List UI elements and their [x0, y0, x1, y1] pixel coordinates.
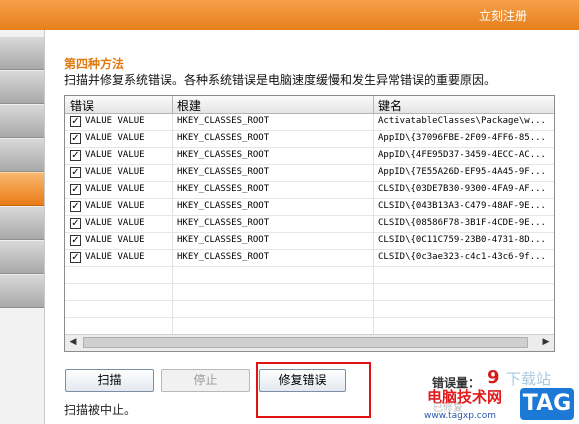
cell-error: VALUE VALUE: [85, 116, 145, 126]
cell-key: CLSID\{08586F78-3B1F-4CDE-9E...: [378, 218, 546, 228]
table-row[interactable]: ✓ VALUE VALUE HKEY_CLASSES_ROOT CLSID\{0…: [65, 216, 554, 233]
cell-root: HKEY_CLASSES_ROOT: [177, 167, 270, 177]
watermark-overlay: 下载站: [506, 370, 552, 388]
cell-error: VALUE VALUE: [85, 252, 145, 262]
cell-error: VALUE VALUE: [85, 133, 145, 143]
cell-root: HKEY_CLASSES_ROOT: [177, 133, 270, 143]
column-header-root[interactable]: 根建: [177, 97, 201, 114]
cell-error: VALUE VALUE: [85, 201, 145, 211]
sidebar-item[interactable]: [0, 70, 44, 104]
row-checkbox[interactable]: ✓: [70, 116, 81, 127]
table-row[interactable]: ✓ VALUE VALUE HKEY_CLASSES_ROOT AppID\{4…: [65, 148, 554, 165]
row-checkbox[interactable]: ✓: [70, 184, 81, 195]
cell-key: CLSID\{0c3ae323-c4c1-43c6-9f...: [378, 252, 546, 262]
table-row[interactable]: ✓ VALUE VALUE HKEY_CLASSES_ROOT AppID\{7…: [65, 165, 554, 182]
cell-key: AppID\{4FE95D37-3459-4ECC-AC...: [378, 150, 546, 160]
sidebar-item[interactable]: [0, 240, 44, 274]
cell-key: AppID\{7E55A26D-EF95-4A45-9F...: [378, 167, 546, 177]
table-row-empty: [65, 267, 554, 284]
sidebar: [0, 30, 44, 424]
sidebar-item[interactable]: [0, 206, 44, 240]
method-description: 扫描并修复系统错误。各种系统错误是电脑速度缓慢和发生异常错误的重要原因。: [64, 73, 497, 87]
sidebar-item[interactable]: [0, 36, 44, 70]
cell-root: HKEY_CLASSES_ROOT: [177, 252, 270, 262]
cell-root: HKEY_CLASSES_ROOT: [177, 150, 270, 160]
scan-button[interactable]: 扫描: [65, 369, 154, 392]
sidebar-item-active[interactable]: [0, 172, 44, 206]
highlight-annotation: [256, 362, 371, 418]
cell-key: CLSID\{03DE7B30-9300-4FA9-AF...: [378, 184, 546, 194]
watermark-tag-logo: TAG: [520, 388, 574, 420]
column-separator[interactable]: [172, 96, 173, 113]
cell-root: HKEY_CLASSES_ROOT: [177, 201, 270, 211]
column-separator[interactable]: [373, 96, 374, 113]
table-row[interactable]: ✓ VALUE VALUE HKEY_CLASSES_ROOT CLSID\{0…: [65, 250, 554, 267]
register-link[interactable]: 立刻注册: [479, 7, 527, 24]
scroll-thumb[interactable]: [83, 337, 528, 348]
cell-key: ActivatableClasses\Package\w...: [378, 116, 546, 126]
table-row[interactable]: ✓ VALUE VALUE HKEY_CLASSES_ROOT Activata…: [65, 114, 554, 131]
horizontal-scrollbar[interactable]: ◀ ▶: [65, 334, 554, 351]
cell-key: AppID\{37096FBE-2F09-4FF6-85...: [378, 133, 546, 143]
cell-error: VALUE VALUE: [85, 218, 145, 228]
cell-root: HKEY_CLASSES_ROOT: [177, 116, 270, 126]
row-checkbox[interactable]: ✓: [70, 150, 81, 161]
scroll-right-icon[interactable]: ▶: [538, 335, 554, 350]
cell-root: HKEY_CLASSES_ROOT: [177, 218, 270, 228]
scroll-left-icon[interactable]: ◀: [65, 335, 81, 350]
table-row[interactable]: ✓ VALUE VALUE HKEY_CLASSES_ROOT CLSID\{0…: [65, 199, 554, 216]
cell-error: VALUE VALUE: [85, 184, 145, 194]
column-header-key[interactable]: 键名: [378, 97, 402, 114]
watermark-url: www.tagxp.com: [424, 411, 496, 421]
method-title: 第四种方法: [64, 57, 125, 71]
table-row-empty: [65, 318, 554, 335]
table-row[interactable]: ✓ VALUE VALUE HKEY_CLASSES_ROOT AppID\{3…: [65, 131, 554, 148]
error-count-value: 9: [487, 367, 500, 388]
cell-error: VALUE VALUE: [85, 235, 145, 245]
column-header-error[interactable]: 错误: [70, 97, 94, 114]
sidebar-item[interactable]: [0, 138, 44, 172]
cell-error: VALUE VALUE: [85, 150, 145, 160]
table-row-empty: [65, 284, 554, 301]
row-checkbox[interactable]: ✓: [70, 218, 81, 229]
row-checkbox[interactable]: ✓: [70, 133, 81, 144]
stop-button[interactable]: 停止: [161, 369, 250, 392]
table-row-empty: [65, 301, 554, 318]
cell-error: VALUE VALUE: [85, 167, 145, 177]
table-header: 错误 根建 键名: [65, 96, 554, 114]
error-table[interactable]: 错误 根建 键名 ✓ VALUE VALUE HKEY_CLASSES_ROOT…: [64, 95, 555, 352]
sidebar-divider: [44, 30, 45, 424]
status-text: 扫描被中止。: [64, 403, 137, 417]
cell-root: HKEY_CLASSES_ROOT: [177, 235, 270, 245]
sidebar-item[interactable]: [0, 274, 44, 308]
top-bar: 立刻注册: [0, 0, 579, 30]
cell-key: CLSID\{043B13A3-C479-48AF-9E...: [378, 201, 546, 211]
sidebar-item[interactable]: [0, 104, 44, 138]
cell-key: CLSID\{0C11C759-23B0-4731-8D...: [378, 235, 546, 245]
cell-root: HKEY_CLASSES_ROOT: [177, 184, 270, 194]
row-checkbox[interactable]: ✓: [70, 201, 81, 212]
row-checkbox[interactable]: ✓: [70, 167, 81, 178]
row-checkbox[interactable]: ✓: [70, 252, 81, 263]
row-checkbox[interactable]: ✓: [70, 235, 81, 246]
table-row[interactable]: ✓ VALUE VALUE HKEY_CLASSES_ROOT CLSID\{0…: [65, 182, 554, 199]
table-row[interactable]: ✓ VALUE VALUE HKEY_CLASSES_ROOT CLSID\{0…: [65, 233, 554, 250]
